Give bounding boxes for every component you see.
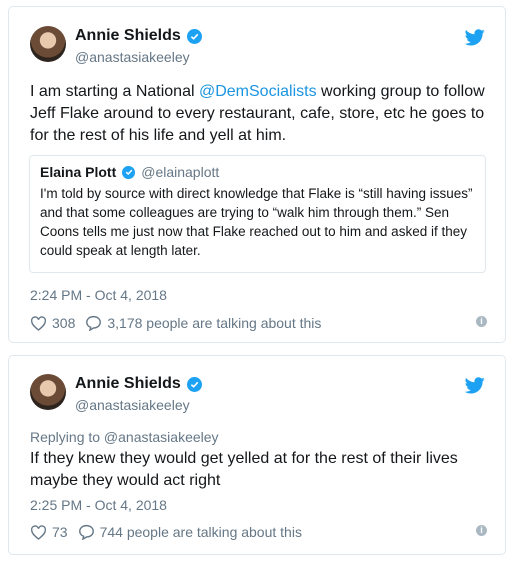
author-handle[interactable]: @anastasiakeeley — [75, 397, 190, 413]
talking-count[interactable]: 3,178 people are talking about this — [107, 315, 321, 331]
mention-link[interactable]: @DemSocialists — [199, 83, 317, 100]
author-name[interactable]: Annie Shields — [75, 27, 202, 45]
verified-badge-icon — [186, 28, 202, 44]
info-icon[interactable]: i — [476, 525, 487, 536]
tweet-card-1[interactable]: Annie Shields @anastasiakeeley I am star… — [8, 6, 506, 343]
quote-author-name[interactable]: Elaina Plott — [40, 164, 116, 180]
talking-count[interactable]: 744 people are talking about this — [100, 524, 302, 540]
quote-header: Elaina Plott @elainaplott — [40, 164, 475, 180]
twitter-bird-icon[interactable] — [465, 377, 485, 394]
tweet-card-2[interactable]: Annie Shields @anastasiakeeley Replying … — [8, 355, 506, 555]
tweet-text-part: I am starting a National — [30, 83, 199, 100]
tweet-actions: 308 3,178 people are talking about this … — [30, 313, 487, 333]
avatar[interactable] — [30, 26, 66, 62]
author-name-text[interactable]: Annie Shields — [75, 27, 181, 45]
author-name[interactable]: Annie Shields — [75, 375, 202, 393]
timestamp[interactable]: 2:25 PM - Oct 4, 2018 — [30, 497, 167, 513]
like-count: 73 — [52, 524, 68, 540]
heart-icon — [30, 524, 47, 540]
info-icon[interactable]: i — [476, 316, 487, 327]
author-name-text[interactable]: Annie Shields — [75, 375, 181, 393]
reply-button[interactable]: 3,178 people are talking about this — [85, 315, 321, 331]
replying-to[interactable]: Replying to @anastasiakeeley — [30, 429, 219, 445]
quote-author-handle[interactable]: @elainaplott — [141, 164, 219, 180]
timestamp[interactable]: 2:24 PM - Oct 4, 2018 — [30, 287, 167, 303]
tweet-text: I am starting a National @DemSocialists … — [30, 81, 487, 147]
speech-bubble-icon — [78, 524, 94, 540]
like-count: 308 — [52, 315, 76, 331]
speech-bubble-icon — [86, 315, 102, 331]
reply-button[interactable]: 744 people are talking about this — [78, 524, 302, 540]
like-button[interactable]: 73 — [30, 524, 68, 540]
quoted-tweet[interactable]: Elaina Plott @elainaplott I'm told by so… — [29, 155, 486, 273]
heart-icon — [30, 315, 47, 331]
quote-text: I'm told by source with direct knowledge… — [40, 186, 473, 258]
like-button[interactable]: 308 — [30, 315, 75, 331]
verified-badge-icon — [186, 376, 202, 392]
twitter-bird-icon[interactable] — [465, 29, 485, 46]
author-handle[interactable]: @anastasiakeeley — [75, 49, 190, 65]
tweet-actions: 73 744 people are talking about this i — [30, 522, 487, 542]
avatar[interactable] — [30, 374, 66, 410]
tweet-text: If they knew they would get yelled at fo… — [30, 450, 458, 489]
verified-badge-icon — [122, 165, 136, 179]
